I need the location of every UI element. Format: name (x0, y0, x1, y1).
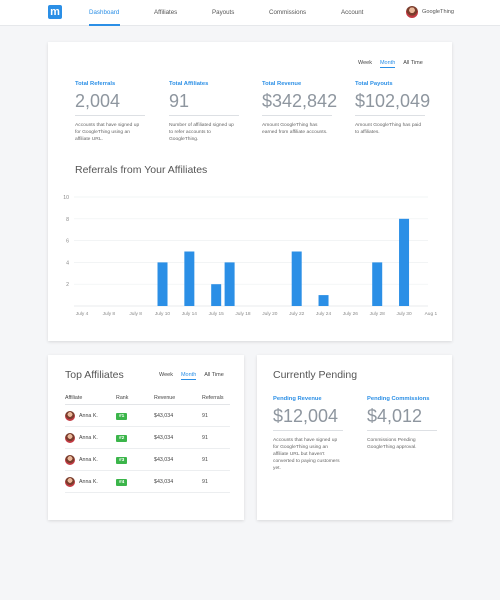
rank-badge: #2 (116, 434, 128, 442)
x-tick-label: July 24 (316, 311, 332, 317)
affiliate-avatar (65, 454, 75, 465)
period-month[interactable]: Month (180, 372, 197, 380)
col-affiliate: Affiliate (65, 394, 83, 401)
col-revenue: Revenue (154, 395, 176, 401)
affiliates-period-tabs: Week Month All Time (159, 372, 224, 380)
chart-bar (399, 218, 410, 306)
stat-value: $4,012 (367, 406, 437, 431)
user-name: GoogleThing (422, 9, 455, 15)
stat-desc: Commissions Pending GoogleThing approval… (367, 438, 417, 451)
table-row[interactable]: Anna K. #4 $43,034 91 (65, 471, 230, 493)
revenue-cell: $43,034 (154, 434, 174, 441)
affiliate-name: Anna K. (79, 456, 98, 463)
x-tick-label: July 28 (370, 311, 386, 317)
table-row[interactable]: Anna K. #2 $43,034 91 (65, 427, 230, 449)
chart-bar (291, 251, 302, 306)
col-referrals: Referrals (202, 395, 224, 401)
nav-dashboard[interactable]: Dashboard (89, 9, 119, 16)
stat-label: Pending Revenue (273, 396, 322, 402)
affiliates-table: Affiliate Rank Revenue Referrals Anna K.… (65, 395, 230, 493)
col-rank: Rank (116, 395, 129, 401)
period-all-time[interactable]: All Time (204, 372, 224, 380)
affiliate-avatar (65, 476, 75, 487)
x-tick-label: July 26 (343, 311, 359, 317)
y-tick-label: 6 (66, 239, 69, 245)
y-tick-label: 10 (63, 195, 69, 201)
top-affiliates-title: Top Affiliates (65, 369, 124, 381)
pending-commissions: Pending Commissions $4,012 Commissions P… (367, 396, 437, 451)
revenue-cell: $43,034 (154, 456, 174, 463)
pending-title: Currently Pending (273, 369, 358, 381)
chart-bar (184, 251, 195, 306)
y-tick-label: 8 (66, 217, 69, 223)
table-row[interactable]: Anna K. #3 $43,034 91 (65, 449, 230, 471)
chart-bar (224, 262, 235, 306)
stat-desc: Accounts that have signed up for GoogleT… (273, 438, 340, 472)
y-tick-label: 4 (66, 260, 69, 266)
stat-label: Pending Commissions (367, 396, 430, 402)
chart-bar (157, 262, 168, 306)
x-tick-label: Aug 1 (425, 311, 438, 317)
chart-bar (211, 284, 222, 306)
x-tick-label: July 14 (182, 311, 198, 317)
table-row[interactable]: Anna K. #1 $43,034 91 (65, 405, 230, 427)
logo[interactable]: m (48, 5, 62, 19)
referrals-cell: 91 (202, 478, 208, 485)
nav-account[interactable]: Account (341, 9, 363, 16)
affiliate-avatar (65, 432, 75, 443)
rank-badge: #4 (116, 478, 128, 486)
x-tick-label: July 22 (289, 311, 305, 317)
overview-card: Week Month All Time Total Referrals 2,00… (48, 42, 452, 341)
x-tick-label: July 4 (76, 311, 89, 317)
nav-active-indicator (89, 24, 120, 26)
rank-badge: #3 (116, 456, 128, 464)
y-tick-label: 2 (66, 282, 69, 288)
referrals-chart: 2 4 6 8 10 July 4 July 8 July 8 July 10 July 14 Ju… (63, 195, 438, 317)
nav-payouts[interactable]: Payouts (212, 9, 234, 16)
affiliate-name: Anna K. (79, 412, 98, 419)
referrals-cell: 91 (202, 456, 208, 463)
nav-commissions[interactable]: Commissions (269, 9, 306, 16)
x-tick-label: July 20 (262, 311, 278, 317)
referrals-cell: 91 (202, 434, 208, 441)
stat-value: $12,004 (273, 406, 343, 431)
rank-badge: #1 (116, 412, 128, 420)
affiliate-name: Anna K. (79, 478, 98, 485)
x-tick-label: July 8 (129, 311, 142, 317)
period-week[interactable]: Week (159, 372, 173, 380)
user-menu[interactable]: GoogleThing (406, 6, 454, 18)
x-tick-label: July 10 (155, 311, 171, 317)
chart-bar (372, 262, 383, 306)
x-tick-label: July 30 (396, 311, 412, 317)
referrals-cell: 91 (202, 412, 208, 419)
revenue-cell: $43,034 (154, 412, 174, 419)
user-avatar (406, 6, 418, 18)
affiliate-avatar (65, 410, 75, 421)
x-tick-label: July 18 (235, 311, 251, 317)
pending-card: Currently Pending Pending Revenue $12,00… (257, 355, 452, 520)
top-nav: m Dashboard Affiliates Payouts Commissio… (0, 0, 500, 26)
x-tick-label: July 8 (103, 311, 116, 317)
nav-affiliates[interactable]: Affiliates (154, 9, 177, 16)
top-affiliates-card: Top Affiliates Week Month All Time Affil… (48, 355, 244, 520)
x-tick-label: July 15 (209, 311, 225, 317)
table-header: Affiliate Rank Revenue Referrals (65, 395, 230, 405)
affiliate-name: Anna K. (79, 434, 98, 441)
chart-bar (318, 295, 329, 306)
revenue-cell: $43,034 (154, 478, 174, 485)
pending-revenue: Pending Revenue $12,004 Accounts that ha… (273, 396, 343, 473)
